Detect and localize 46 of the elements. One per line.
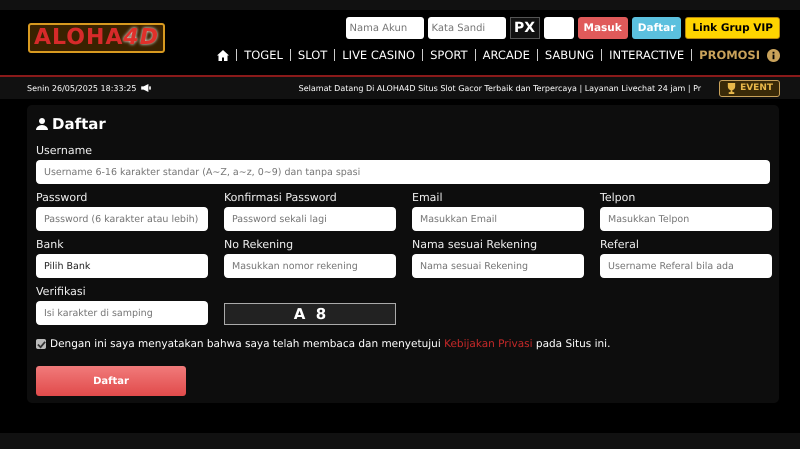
captcha-image: PX — [510, 17, 540, 39]
marquee-text: Selamat Datang Di ALOHA4D Situs Slot Gacor Terbaik dan Terpercaya | Layanan Livechat 24 jam | Pr — [298, 84, 702, 92]
agree-checkbox[interactable] — [36, 339, 46, 349]
user-icon — [36, 118, 48, 130]
event-button[interactable]: EVENT — [719, 80, 780, 96]
username-input[interactable]: Username 6-16 karakter standar (A~Z, a~z, 0~9) dan tanpa spasi — [36, 160, 770, 184]
login-button[interactable]: Masuk — [578, 17, 628, 39]
date-time: Senin 26/05/2025 18:33:25 — [27, 84, 136, 92]
text-input[interactable]: Nama sesuai Rekening — [412, 254, 584, 278]
username-field[interactable]: Nama Akun — [346, 17, 424, 39]
text-input[interactable]: Masukkan Telpon — [600, 207, 772, 231]
megaphone-icon — [140, 84, 150, 92]
nav-link[interactable]: ARCADE — [482, 48, 530, 62]
verification-input[interactable]: Isi karakter di samping — [36, 301, 208, 325]
form-title: Daftar — [52, 115, 106, 133]
text-input[interactable]: Masukkan nomor rekening — [224, 254, 396, 278]
text-input[interactable]: Masukkan Email — [412, 207, 584, 231]
password-field[interactable]: Kata Sandi — [428, 17, 506, 39]
field-label: Password — [36, 191, 88, 204]
captcha-field[interactable] — [544, 17, 574, 39]
nav-link[interactable]: PROMOSI — [699, 48, 760, 62]
home-icon[interactable] — [217, 50, 230, 60]
field-label: Nama sesuai Rekening — [412, 238, 538, 251]
bank-select[interactable]: Pilih Bank — [36, 254, 208, 278]
nav-link[interactable]: INTERACTIVE — [609, 48, 684, 62]
field-label: Username — [36, 144, 94, 157]
field-label: No Rekening — [224, 238, 294, 251]
field-label: Email — [412, 191, 444, 204]
text-input[interactable]: Password sekali lagi — [224, 207, 396, 231]
field-label: Bank — [36, 238, 65, 251]
field-label: Referal — [600, 238, 640, 251]
trophy-icon — [726, 82, 738, 94]
text-input[interactable]: Password (6 karakter atau lebih) — [36, 207, 208, 231]
nav-link[interactable]: SLOT — [298, 48, 328, 62]
field-label: Konfirmasi Password — [224, 191, 338, 204]
vip-link-button[interactable]: Link Grup VIP — [685, 17, 780, 39]
nav-link[interactable]: LIVE CASINO — [342, 48, 416, 62]
nav-link[interactable]: SPORT — [430, 48, 468, 62]
text-input[interactable]: Username Referal bila ada — [600, 254, 772, 278]
nav-link[interactable]: TOGEL — [244, 48, 283, 62]
nav-link[interactable]: SABUNG — [544, 48, 594, 62]
agreement-text: Dengan ini saya menyatakan bahwa saya telah membaca dan menyetujui Kebijakan Privasi pada Situs ini. — [50, 338, 610, 350]
info-icon[interactable] — [767, 48, 780, 62]
captcha-image: A 8 — [224, 303, 396, 325]
field-label: Verifikasi — [36, 285, 87, 298]
field-label: Telpon — [600, 191, 636, 204]
